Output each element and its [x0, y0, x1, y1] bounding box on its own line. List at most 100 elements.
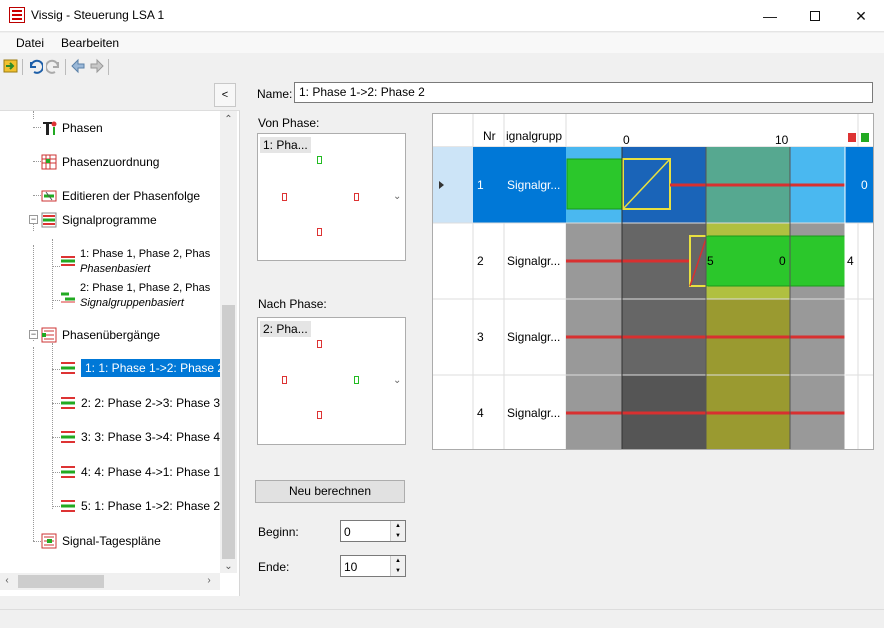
red-signal-icon — [282, 193, 287, 201]
increment-icon[interactable]: ▲ — [390, 556, 405, 566]
chevron-down-icon[interactable]: ⌄ — [393, 191, 401, 202]
maximize-button[interactable] — [792, 0, 838, 32]
timing-canvas — [433, 114, 873, 449]
nach-phase-title: 2: Pha... — [260, 321, 311, 337]
transition-icon — [41, 327, 57, 343]
row-nr: 1 — [477, 178, 484, 192]
end-stepper[interactable]: 10 ▲ ▼ — [340, 555, 406, 577]
tree-item-transition-4[interactable]: 4: 4: Phase 4->1: Phase 1 — [60, 461, 220, 483]
exit-icon[interactable] — [2, 57, 20, 75]
red-signal-icon — [317, 411, 322, 419]
nach-phase-selector[interactable]: 2: Pha... ⌄ — [257, 317, 406, 445]
tree-item-program-1[interactable]: 1: Phase 1, Phase 2, Phas Phasenbasiert — [60, 247, 210, 277]
recalculate-button[interactable]: Neu berechnen — [255, 480, 405, 503]
bar-end-value: 0 — [779, 254, 786, 268]
green-signal-icon — [317, 156, 322, 164]
chevron-down-icon[interactable]: ⌄ — [393, 375, 401, 386]
tree-item-transition-2[interactable]: 2: 2: Phase 2->3: Phase 3 — [60, 392, 220, 414]
scroll-right-icon[interactable]: › — [202, 575, 216, 586]
von-phase-label: Von Phase: — [258, 116, 320, 130]
begin-stepper[interactable]: 0 ▲ ▼ — [340, 520, 406, 542]
program-icon — [60, 253, 76, 269]
decrement-icon[interactable]: ▼ — [390, 566, 405, 576]
tree-vertical-scrollbar[interactable]: ⌃ ⌄ — [220, 111, 237, 573]
grid-icon — [41, 154, 57, 170]
expand-toggle-icon[interactable]: − — [29, 215, 38, 224]
menu-bearbeiten[interactable]: Bearbeiten — [61, 36, 119, 50]
red-signal-icon — [354, 193, 359, 201]
transition-icon — [60, 360, 76, 376]
row-end-value: 0 — [861, 178, 868, 192]
red-signal-icon — [317, 228, 322, 236]
scroll-thumb[interactable] — [18, 575, 104, 588]
app-icon — [9, 7, 25, 23]
green-signal-icon — [354, 376, 359, 384]
window-title: Vissig - Steuerung LSA 1 — [31, 8, 165, 22]
transition-icon — [60, 498, 76, 514]
tree-item-transition-5[interactable]: 5: 1: Phase 1->2: Phase 2 — [60, 495, 220, 517]
tree-item-transition-1[interactable]: 1: 1: Phase 1->2: Phase 2 — [60, 357, 220, 379]
increment-icon[interactable]: ▲ — [390, 521, 405, 531]
bar-start-value: 5 — [707, 254, 714, 268]
von-phase-title: 1: Pha... — [260, 137, 311, 153]
tree-item-phasenfolge[interactable]: Editieren der Phasenfolge — [41, 185, 200, 207]
name-field[interactable]: 1: Phase 1->2: Phase 2 — [294, 82, 873, 103]
back-icon[interactable] — [69, 57, 87, 75]
menu-bar: Datei Bearbeiten — [0, 33, 884, 53]
sequence-icon — [41, 188, 57, 204]
begin-value: 0 — [344, 525, 351, 539]
day-plan-icon — [41, 533, 57, 549]
transition-icon — [60, 429, 76, 445]
close-button[interactable]: ✕ — [838, 0, 884, 32]
tree-item-signal-tagesplaene[interactable]: Signal-Tagespläne — [41, 530, 161, 552]
scroll-thumb[interactable] — [222, 305, 235, 559]
decrement-icon[interactable]: ▼ — [390, 531, 405, 541]
status-bar — [0, 609, 884, 628]
end-label: Ende: — [258, 560, 290, 574]
signal-timing-grid[interactable]: Nr ignalgrupp 0 10 1 Signalgr... 0 2 Sig… — [432, 113, 874, 450]
transition-icon — [60, 464, 76, 480]
signal-icon — [41, 120, 57, 136]
row-signal-group[interactable]: Signalgr... — [507, 406, 565, 420]
column-header-nr[interactable]: Nr — [483, 129, 496, 143]
forward-icon[interactable] — [88, 57, 106, 75]
undo-icon[interactable] — [26, 57, 44, 75]
end-value: 10 — [344, 560, 358, 574]
nach-phase-label: Nach Phase: — [258, 297, 327, 311]
tree-item-program-2[interactable]: 2: Phase 1, Phase 2, Phas Signalgruppenb… — [60, 281, 210, 311]
scroll-down-icon[interactable]: ⌄ — [220, 561, 237, 572]
expand-toggle-icon[interactable]: − — [29, 330, 38, 339]
transition-icon — [60, 395, 76, 411]
collapse-panel-button[interactable]: < — [214, 83, 236, 107]
redo-icon[interactable] — [45, 57, 63, 75]
time-axis-label: 0 — [623, 133, 630, 147]
time-axis-label: 10 — [775, 133, 789, 147]
tree-horizontal-scrollbar[interactable]: ‹ › — [0, 573, 220, 590]
tree-item-transition-3[interactable]: 3: 3: Phase 3->4: Phase 4 — [60, 426, 220, 448]
name-label: Name: — [257, 87, 293, 101]
title-bar: Vissig - Steuerung LSA 1 — ✕ — [0, 0, 884, 32]
scroll-left-icon[interactable]: ‹ — [0, 575, 14, 586]
row-nr: 2 — [477, 254, 484, 268]
navigation-tree: Phasen Phasenzuordnung Editieren der Pha… — [0, 111, 220, 573]
program-icon — [41, 212, 57, 228]
scroll-up-icon[interactable]: ⌃ — [220, 114, 237, 125]
row-signal-group[interactable]: Signalgr... — [507, 254, 565, 268]
row-nr: 4 — [477, 406, 484, 420]
row-signal-group[interactable]: Signalgr... — [507, 178, 565, 192]
column-header-signalgruppe[interactable]: ignalgrupp — [506, 129, 566, 143]
tree-item-phasenzuordnung[interactable]: Phasenzuordnung — [41, 151, 159, 173]
toolbar — [0, 54, 884, 78]
von-phase-selector[interactable]: 1: Pha... ⌄ — [257, 133, 406, 261]
red-signal-icon — [282, 376, 287, 384]
begin-label: Beginn: — [258, 525, 299, 539]
tree-item-phasenuebergaenge[interactable]: Phasenübergänge — [41, 324, 160, 346]
minimize-button[interactable]: — — [747, 0, 793, 32]
red-signal-icon — [317, 340, 322, 348]
program-icon — [60, 289, 76, 305]
row-signal-group[interactable]: Signalgr... — [507, 330, 565, 344]
menu-datei[interactable]: Datei — [16, 36, 44, 50]
tree-item-signalprogramme[interactable]: Signalprogramme — [41, 209, 157, 231]
tree-item-phasen[interactable]: Phasen — [41, 117, 103, 139]
row-end-value: 4 — [847, 254, 854, 268]
